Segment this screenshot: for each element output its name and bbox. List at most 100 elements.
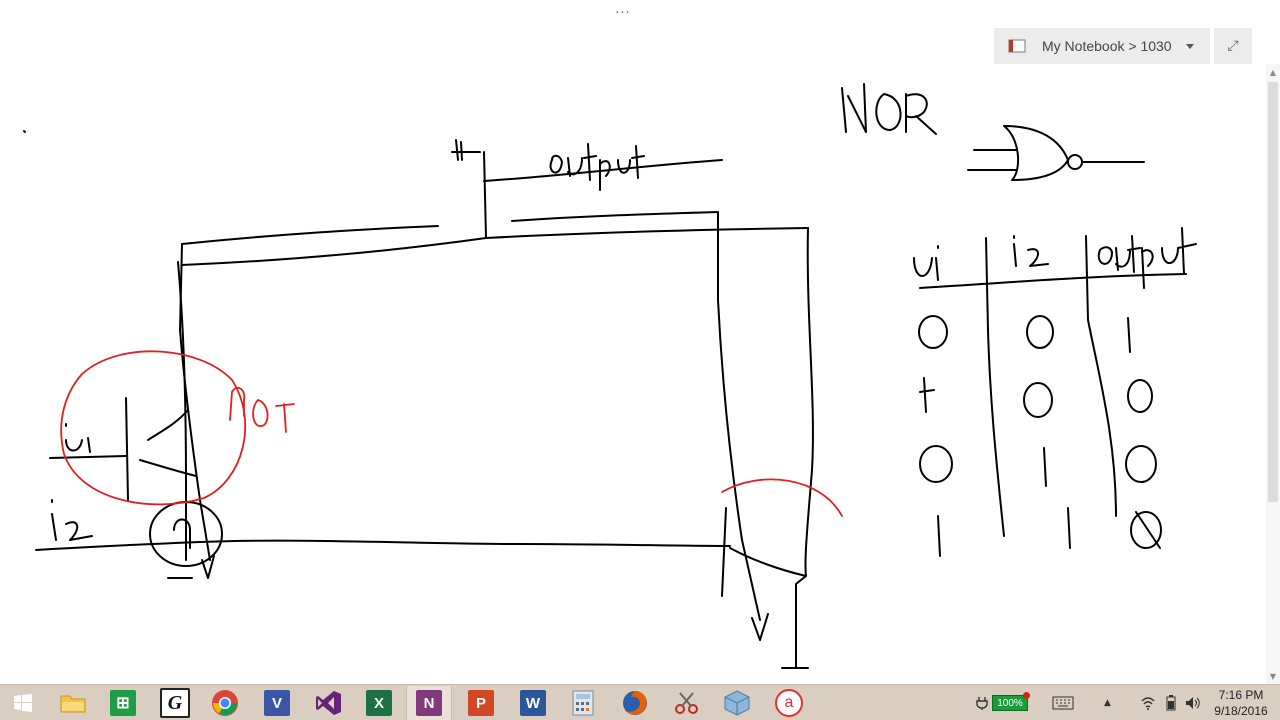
ink-th-iz — [1013, 235, 1049, 267]
ink-cell-r3c3 — [1125, 445, 1157, 483]
ink-cell-r2c3 — [1127, 379, 1153, 413]
taskbar-g-app[interactable]: G — [152, 686, 198, 720]
ink-cell-r4c2 — [1067, 507, 1071, 549]
taskbar-snipping-tool[interactable] — [664, 686, 710, 720]
powerpoint-icon: P — [468, 690, 494, 716]
excel-icon: X — [366, 690, 392, 716]
ink-cell-r2c1 — [919, 377, 935, 413]
taskbar-excel[interactable]: X — [356, 686, 402, 720]
ink-nor-N — [841, 83, 867, 133]
scissors-icon — [675, 692, 698, 714]
ink-label-ui — [65, 423, 91, 453]
ink-transistor-left-collector — [147, 409, 189, 441]
ink-wire-right-outer — [795, 227, 814, 669]
taskbar-visio[interactable]: V — [254, 686, 300, 720]
ink-vdd-mark — [451, 139, 481, 161]
taskbar-file-explorer[interactable] — [50, 686, 96, 720]
windows-logo-icon — [14, 694, 32, 712]
notebook-selector[interactable]: My Notebook > 1030 — [994, 28, 1210, 64]
battery-icon: 100% — [992, 692, 1030, 711]
notebook-label: My Notebook > 1030 — [1042, 38, 1172, 54]
ink-nor-O — [875, 93, 902, 131]
ink-th-ui — [913, 245, 939, 281]
battery-percent: 100% — [997, 697, 1023, 709]
ink-cell-r1c1 — [918, 315, 948, 349]
tray-keyboard-icon[interactable] — [1052, 693, 1074, 713]
onenote-window: ... My Notebook > 1030 ⤢ ▲ ▼ ⊞ G V X N P… — [0, 0, 1280, 720]
ink-label-output — [549, 143, 645, 191]
ink-wire-left-vertical-2 — [177, 261, 187, 561]
chrome-icon — [212, 690, 238, 716]
ink-red-not-o — [252, 399, 269, 427]
ink-input-ui-wire — [49, 455, 127, 459]
store-bag-icon: ⊞ — [110, 690, 136, 716]
ink-wire-bottom — [35, 539, 731, 551]
ink-label-iz — [51, 499, 93, 541]
tray-battery-small-icon[interactable] — [1164, 693, 1178, 713]
ink-dot — [23, 130, 26, 133]
taskbar: ⊞ G V X N P W a 100% ▲ 7:16 PM 9/18/2016 — [0, 684, 1280, 720]
cube-icon — [724, 690, 750, 716]
ink-th-output — [1097, 227, 1197, 289]
ink-output-line — [483, 159, 723, 182]
tray-overflow-chevron-icon[interactable]: ▲ — [1104, 693, 1111, 713]
ink-transistor-right-leg — [729, 547, 807, 577]
tray-battery[interactable]: 100% — [992, 692, 1030, 713]
ink-nor-R — [905, 93, 937, 135]
tray-network-icon[interactable] — [1140, 693, 1156, 713]
ink-wire-top-left-2 — [181, 227, 809, 266]
clock-time: 7:16 PM — [1218, 688, 1264, 702]
ink-table-hline — [919, 273, 1187, 289]
ink-output-stub — [483, 151, 487, 239]
scroll-down-button[interactable]: ▼ — [1266, 668, 1280, 684]
visual-studio-icon — [316, 691, 341, 715]
chevron-down-icon — [1185, 43, 1194, 49]
taskbar-a-app[interactable]: a — [766, 686, 812, 720]
ink-red-not-t — [275, 403, 295, 433]
taskbar-powerpoint[interactable]: P — [458, 686, 504, 720]
ink-cell-r3c1 — [919, 445, 953, 483]
start-button[interactable] — [0, 686, 46, 720]
ink-transistor-left-base — [125, 397, 129, 501]
notebook-icon — [1008, 39, 1026, 53]
taskbar-word[interactable]: W — [510, 686, 556, 720]
taskbar-store[interactable]: ⊞ — [100, 686, 146, 720]
g-icon: G — [160, 688, 190, 718]
ink-canvas[interactable] — [0, 0, 1264, 684]
ink-cell-r1c2 — [1026, 315, 1054, 349]
ink-red-arc-right — [721, 478, 843, 517]
scroll-thumb[interactable] — [1268, 82, 1278, 502]
scroll-top-edge — [1266, 0, 1280, 16]
folder-icon — [60, 695, 86, 713]
visio-icon: V — [264, 690, 290, 716]
ink-red-circle — [60, 350, 246, 506]
vertical-scrollbar[interactable]: ▲ ▼ — [1266, 64, 1280, 684]
calculator-icon — [572, 690, 594, 716]
clock-date: 9/18/2016 — [1214, 704, 1268, 718]
taskbar-chrome[interactable] — [202, 686, 248, 720]
taskbar-onenote[interactable]: N — [406, 686, 452, 720]
ink-cell-r3c2 — [1043, 447, 1047, 487]
scroll-up-button[interactable]: ▲ — [1266, 64, 1280, 80]
ink-nor-gate-bubble — [1067, 154, 1083, 170]
a-circle-icon: a — [775, 689, 803, 717]
fullscreen-button[interactable]: ⤢ — [1214, 28, 1252, 64]
taskbar-virtualbox[interactable] — [714, 686, 760, 720]
expand-icon: ⤢ — [1227, 38, 1239, 54]
ink-wire-top-left — [181, 225, 439, 245]
word-icon: W — [520, 690, 546, 716]
onenote-icon: N — [416, 690, 442, 716]
taskbar-firefox[interactable] — [612, 686, 658, 720]
ink-transistor-left-emitter — [139, 459, 197, 477]
tray-volume-icon[interactable] — [1184, 693, 1202, 713]
ink-transistor-right-base — [721, 507, 727, 597]
taskbar-clock[interactable]: 7:16 PM 9/18/2016 — [1210, 687, 1272, 719]
firefox-icon — [623, 691, 647, 715]
taskbar-calculator[interactable] — [560, 686, 606, 720]
tray-power-icon[interactable] — [974, 693, 990, 713]
more-options-button[interactable]: ... — [611, 0, 635, 20]
ink-nor-gate-body — [1003, 125, 1069, 181]
ink-cell-r1c3 — [1127, 317, 1131, 353]
notification-dot — [1023, 692, 1030, 699]
taskbar-visual-studio[interactable] — [306, 686, 352, 720]
